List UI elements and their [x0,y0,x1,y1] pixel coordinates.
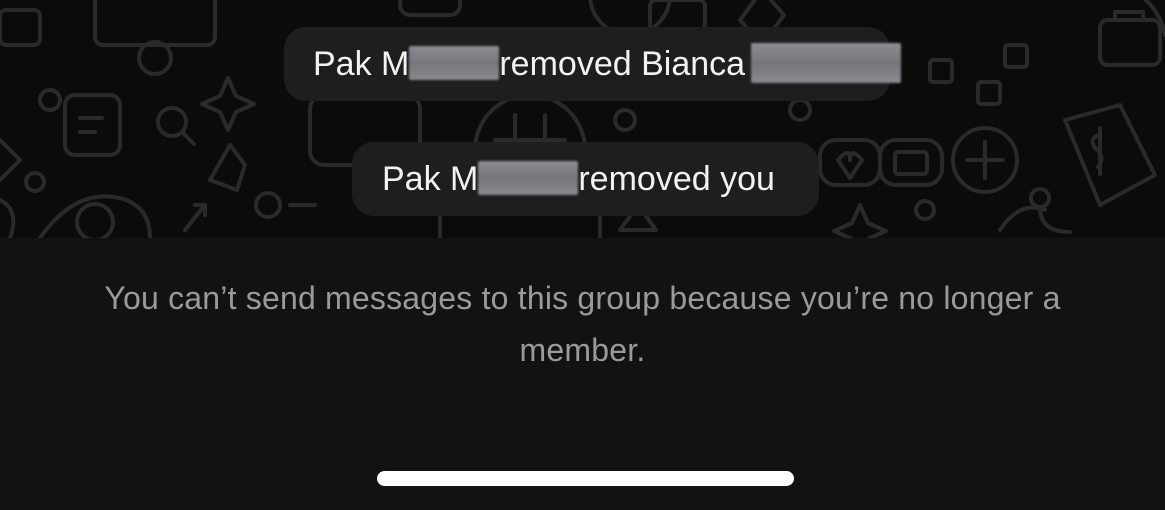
briefcase2-doodle-icon [1098,18,1162,67]
message-actor-name: Pak M [382,160,479,198]
phone-doodle-icon [398,0,462,17]
system-message-removed-you[interactable]: Pak M removed you [352,142,819,216]
home-indicator[interactable] [377,471,794,486]
trend-doodle-icon [183,203,207,232]
screen: Pak M removed Bianca Pak M removed you You… [0,0,1165,510]
briefcase-doodle-icon [0,8,42,47]
redacted-name-block [751,43,902,84]
redacted-name-block [478,161,579,196]
leaf-doodle-icon [208,143,247,192]
redacted-name-block [409,46,500,81]
dot-doodle-icon [38,88,62,112]
arrow-doodle-icon [0,138,22,182]
square-doodle-icon [928,58,954,84]
briefcase-bubble-doodle-icon [878,138,944,187]
cart-doodle-icon [93,0,217,47]
message-actor-name: Pak M [313,45,410,83]
sparkle-doodle-icon [200,76,256,132]
note-doodle-icon [63,93,122,157]
message-text: removed you [578,160,775,198]
system-message-removed-member[interactable]: Pak M removed Bianca [284,27,902,101]
message-text: removed Bianca [499,45,746,83]
chat-area[interactable]: Pak M removed Bianca Pak M removed you [0,0,1165,238]
price-tag-doodle-icon [1063,103,1157,207]
removed-notice: You can’t send messages to this group be… [104,280,1061,368]
